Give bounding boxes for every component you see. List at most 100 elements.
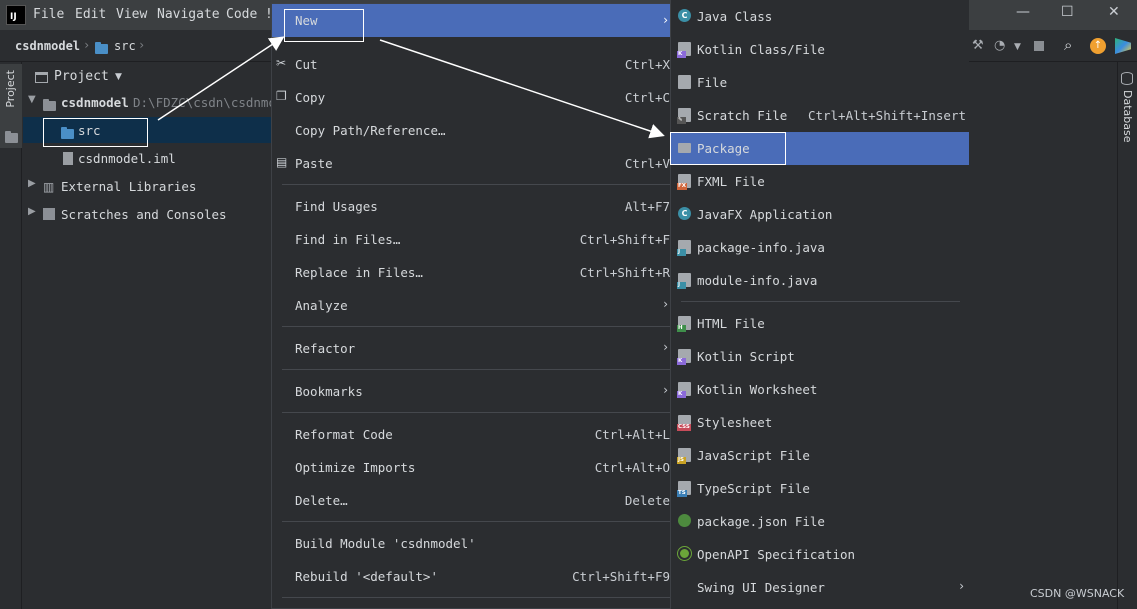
scratch-file-icon: ✎ — [677, 108, 691, 124]
paste-icon: ▤ — [276, 155, 288, 169]
submenu-item-stylesheet[interactable]: CSS Stylesheet — [671, 406, 970, 439]
submenu-item-java-class[interactable]: C Java Class — [671, 0, 970, 33]
project-tool-window-button[interactable]: Project — [0, 64, 22, 148]
folder-icon — [95, 41, 108, 55]
menu-item-cut[interactable]: ✂ Cut Ctrl+X — [272, 47, 670, 80]
menu-label: Kotlin Class/File — [697, 42, 825, 57]
submenu-item-scratch-file[interactable]: ✎ Scratch File Ctrl+Alt+Shift+Insert — [671, 99, 970, 132]
menu-item-bookmarks[interactable]: Bookmarks › — [272, 374, 670, 407]
menu-label: Swing UI Designer — [697, 580, 825, 595]
submenu-item-javafx[interactable]: C JavaFX Application — [671, 198, 970, 231]
menu-item-refactor[interactable]: Refactor › — [272, 331, 670, 364]
menu-item-build-module[interactable]: Build Module 'csdnmodel' — [272, 526, 670, 559]
breadcrumb-separator-icon: › — [138, 38, 146, 52]
menu-label: TypeScript File — [697, 481, 810, 496]
shortcut: Ctrl+Alt+O — [594, 460, 670, 475]
menu-label: Optimize Imports — [295, 460, 416, 475]
submenu-item-kotlin-worksheet[interactable]: K Kotlin Worksheet — [671, 373, 970, 406]
tree-node-root[interactable]: ▼ csdnmodel D:\FDZC\csdn\csdnmodel — [23, 89, 299, 115]
close-button[interactable]: ✕ — [1108, 4, 1120, 20]
intellij-logo-icon[interactable]: IJ — [6, 5, 26, 25]
menu-label: Replace in Files… — [295, 265, 423, 280]
menu-label: Cut — [295, 57, 318, 72]
scratches-icon — [43, 208, 55, 220]
menu-item-rebuild[interactable]: Rebuild '<default>' Ctrl+Shift+F9 — [272, 559, 670, 592]
breadcrumb-folder[interactable]: src — [114, 39, 136, 53]
menu-navigate[interactable]: Navigate — [157, 7, 220, 22]
database-tab-label[interactable]: Database — [1121, 90, 1134, 143]
tree-node-iml[interactable]: csdnmodel.iml — [23, 145, 273, 171]
collapse-arrow-icon[interactable]: ▶ — [28, 178, 36, 189]
breadcrumb-project[interactable]: csdnmodel — [15, 39, 80, 53]
submenu-item-openapi[interactable]: OpenAPI Specification — [671, 538, 970, 571]
menu-view[interactable]: View — [116, 7, 147, 22]
menu-label: OpenAPI Specification — [697, 547, 856, 562]
stop-icon[interactable] — [1034, 41, 1044, 51]
menu-item-reformat-code[interactable]: Reformat Code Ctrl+Alt+L — [272, 417, 670, 450]
menu-separator — [282, 326, 670, 327]
run-coverage-icon[interactable]: ◔ — [994, 38, 1005, 53]
shortcut: Delete — [624, 493, 670, 508]
search-icon[interactable]: ⌕ — [1064, 36, 1072, 54]
menu-label: Analyze — [295, 298, 348, 313]
menu-item-analyze[interactable]: Analyze › — [272, 288, 670, 321]
tree-node-scratches[interactable]: ▶ Scratches and Consoles — [23, 201, 273, 227]
build-icon[interactable]: ⚒ — [972, 38, 984, 53]
chevron-down-icon[interactable]: ▼ — [115, 72, 122, 82]
expand-arrow-icon[interactable]: ▼ — [28, 94, 36, 105]
menu-item-find-in-files[interactable]: Find in Files… Ctrl+Shift+F — [272, 222, 670, 255]
menu-label: package-info.java — [697, 240, 825, 255]
project-panel-title[interactable]: Project — [54, 69, 109, 84]
submenu-item-package-info[interactable]: J package-info.java — [671, 231, 970, 264]
shortcut: Ctrl+Alt+Shift+Insert — [807, 108, 966, 123]
menu-item-paste[interactable]: ▤ Paste Ctrl+V — [272, 146, 670, 179]
fxml-file-icon: FX — [677, 174, 691, 190]
submenu-arrow-icon: › — [663, 383, 668, 397]
menu-item-find-usages[interactable]: Find Usages Alt+F7 — [272, 189, 670, 222]
submenu-item-kotlin-script[interactable]: K Kotlin Script — [671, 340, 970, 373]
menu-label: Refactor — [295, 341, 356, 356]
submenu-item-package-json[interactable]: package.json File — [671, 505, 970, 538]
database-icon[interactable] — [1121, 72, 1133, 85]
menu-label: Reformat Code — [295, 427, 393, 442]
submenu-arrow-icon: › — [663, 340, 668, 354]
shortcut: Ctrl+Alt+L — [594, 427, 670, 442]
menu-label: JavaFX Application — [697, 207, 833, 222]
submenu-item-fxml[interactable]: FX FXML File — [671, 165, 970, 198]
submenu-item-module-info[interactable]: J module-info.java — [671, 264, 970, 297]
collapse-arrow-icon[interactable]: ▶ — [28, 206, 36, 217]
menu-item-copy[interactable]: ❐ Copy Ctrl+C — [272, 80, 670, 113]
submenu-item-typescript[interactable]: TS TypeScript File — [671, 472, 970, 505]
shortcut: Ctrl+X — [624, 57, 670, 72]
menu-item-optimize-imports[interactable]: Optimize Imports Ctrl+Alt+O — [272, 450, 670, 483]
submenu-item-file[interactable]: File — [671, 66, 970, 99]
menu-item-replace-in-files[interactable]: Replace in Files… Ctrl+Shift+R — [272, 255, 670, 288]
tree-node-external-libraries[interactable]: ▶ ▥ External Libraries — [23, 173, 273, 199]
dropdown-icon[interactable]: ▼ — [1014, 42, 1021, 52]
submenu-item-html[interactable]: H HTML File — [671, 307, 970, 340]
new-submenu: C Java Class K Kotlin Class/File File ✎ … — [670, 0, 970, 609]
submenu-item-javascript[interactable]: JS JavaScript File — [671, 439, 970, 472]
menu-code[interactable]: Code — [226, 7, 257, 22]
menu-label: Kotlin Script — [697, 349, 795, 364]
folder-icon — [5, 130, 18, 144]
submenu-item-kotlin-class[interactable]: K Kotlin Class/File — [671, 33, 970, 66]
maximize-button[interactable]: ☐ — [1061, 4, 1074, 20]
menu-label: Delete… — [295, 493, 348, 508]
menu-item-delete[interactable]: Delete… Delete — [272, 483, 670, 516]
minimize-button[interactable]: — — [1016, 4, 1030, 20]
menu-separator — [681, 301, 960, 302]
menu-separator — [282, 412, 670, 413]
submenu-arrow-icon: › — [663, 297, 668, 311]
iml-file-icon — [63, 152, 73, 165]
nodejs-icon — [678, 514, 691, 527]
update-icon[interactable]: ↑ — [1090, 38, 1106, 54]
typescript-file-icon: TS — [677, 481, 691, 497]
menu-item-copy-path[interactable]: Copy Path/Reference… — [272, 113, 670, 146]
copy-icon: ❐ — [276, 89, 287, 103]
menu-file[interactable]: File — [33, 7, 64, 22]
submenu-item-swing-ui-designer[interactable]: Swing UI Designer › — [671, 571, 970, 604]
scratches-label: Scratches and Consoles — [61, 207, 227, 222]
menu-edit[interactable]: Edit — [75, 7, 106, 22]
menu-separator — [282, 184, 670, 185]
